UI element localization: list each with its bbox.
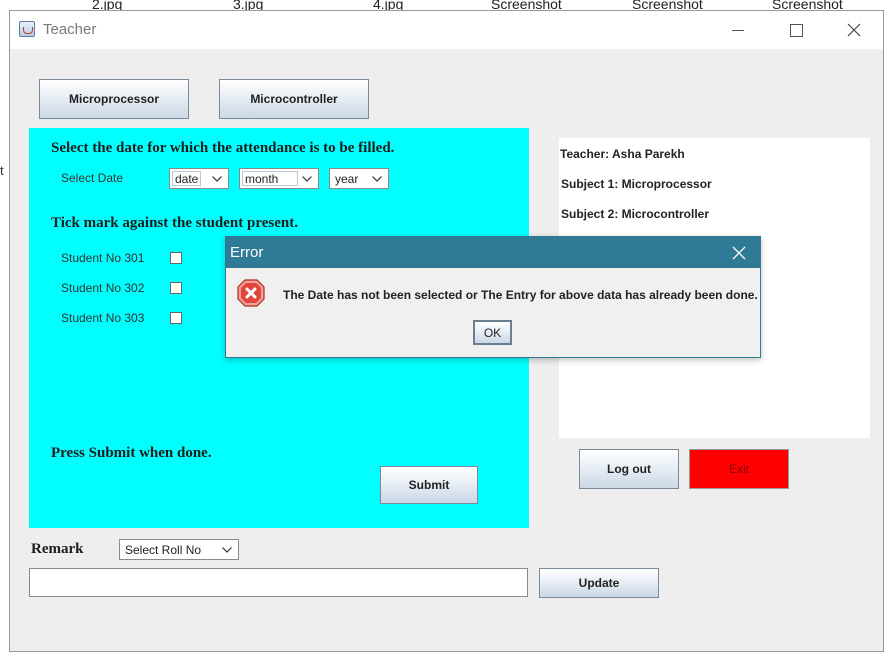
student-label: Student No 303 [61, 311, 145, 325]
student-301-checkbox[interactable] [170, 252, 182, 264]
year-dropdown-value: year [335, 172, 359, 186]
error-dialog: Error The Date has not been selected or … [225, 236, 761, 358]
maximize-icon [789, 23, 803, 37]
submit-prompt: Press Submit when done. [51, 445, 212, 461]
error-x-icon [237, 279, 265, 307]
month-dropdown-value: month [242, 171, 298, 186]
submit-button[interactable]: Submit [380, 466, 478, 504]
chevron-down-icon [216, 540, 238, 559]
year-dropdown[interactable]: year [329, 168, 389, 189]
subject-1: Subject 1: Microprocessor [561, 177, 712, 191]
desktop-edge-text: t [0, 163, 4, 178]
window-titlebar[interactable]: Teacher [10, 11, 883, 49]
date-dropdown[interactable]: date [169, 168, 229, 189]
roll-no-dropdown-value: Select Roll No [125, 543, 202, 557]
minimize-icon [732, 29, 744, 31]
microprocessor-button[interactable]: Microprocessor [39, 79, 189, 119]
logout-button[interactable]: Log out [579, 449, 679, 489]
dialog-message: The Date has not been selected or The En… [283, 288, 758, 302]
date-prompt: Select the date for which the attendance… [51, 140, 395, 156]
date-dropdown-value: date [172, 171, 202, 186]
dialog-titlebar[interactable]: Error [226, 237, 760, 268]
roll-no-dropdown[interactable]: Select Roll No [119, 539, 239, 560]
microcontroller-button[interactable]: Microcontroller [219, 79, 369, 119]
exit-button[interactable]: Exit [689, 449, 789, 489]
student-label: Student No 301 [61, 251, 145, 265]
close-icon [732, 246, 746, 259]
select-date-label: Select Date [61, 171, 124, 185]
maximize-button[interactable] [767, 11, 825, 49]
java-cup-icon [19, 21, 35, 37]
tick-prompt: Tick mark against the student present. [51, 215, 298, 231]
close-icon [847, 23, 861, 37]
teacher-name: Teacher: Asha Parekh [560, 147, 685, 161]
chevron-down-icon [296, 169, 318, 188]
chevron-down-icon [206, 169, 228, 188]
ok-button[interactable]: OK [473, 320, 512, 345]
month-dropdown[interactable]: month [239, 168, 319, 189]
update-button[interactable]: Update [539, 568, 659, 598]
dialog-close-button[interactable] [718, 237, 760, 268]
window-title: Teacher [43, 21, 97, 38]
subject-2: Subject 2: Microcontroller [561, 207, 710, 221]
dialog-title: Error [230, 244, 264, 261]
student-302-checkbox[interactable] [170, 282, 182, 294]
student-label: Student No 302 [61, 281, 145, 295]
remark-input[interactable] [29, 568, 528, 597]
close-button[interactable] [825, 11, 883, 49]
remark-label: Remark [31, 541, 84, 557]
student-303-checkbox[interactable] [170, 312, 182, 324]
minimize-button[interactable] [709, 11, 767, 49]
chevron-down-icon [366, 169, 388, 188]
